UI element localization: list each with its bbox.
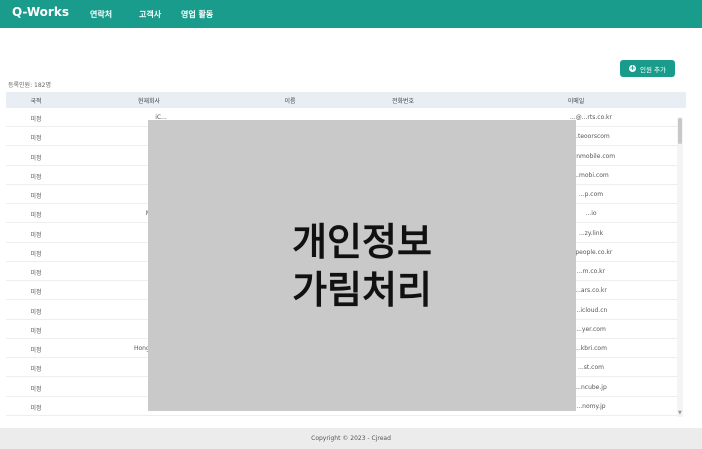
cell-email: ...st.com	[578, 364, 604, 372]
cell-country: 미정	[30, 212, 42, 220]
cell-email: ...@...rts.co.kr	[569, 114, 613, 121]
cell-email: ...people.co.kr	[569, 248, 613, 256]
cell-email: ...io	[585, 210, 597, 218]
cell-email: ...zy.link	[578, 229, 604, 237]
cell-country: 미정	[30, 366, 42, 374]
col-email[interactable]: 이메일	[568, 96, 585, 105]
cell-country: 미정	[30, 270, 42, 277]
cell-country: 미정	[30, 231, 42, 239]
nav-sales[interactable]: 영업 활동	[181, 9, 213, 20]
cell-country: 미정	[30, 135, 42, 143]
cell-country: 미정	[30, 347, 42, 354]
cell-country: 미정	[30, 308, 42, 316]
cell-email: ...nomy.jp	[576, 402, 606, 410]
mask-text-line2: 가림처리	[292, 267, 432, 312]
scrollbar-thumb[interactable]	[678, 118, 682, 144]
cell-email: ...yer.com	[576, 325, 606, 333]
cell-country: 미정	[30, 404, 42, 412]
cell-email: ...kbri.com	[575, 345, 607, 352]
col-company[interactable]: 현재회사	[138, 96, 160, 105]
add-person-label: 인원 추가	[640, 65, 666, 74]
cell-country: 미정	[30, 193, 42, 200]
cell-country: 미정	[30, 154, 42, 162]
cell-email: ...ars.co.kr	[575, 287, 607, 295]
mask-text-line1: 개인정보	[292, 219, 432, 264]
copyright-text: Copyright © 2023 - Cjread	[311, 435, 391, 442]
col-country[interactable]: 국적	[30, 96, 41, 105]
col-phone[interactable]: 전화번호	[392, 96, 414, 105]
registered-count: 등록인원: 182명	[8, 82, 51, 89]
scroll-down-icon[interactable]: ▼	[678, 410, 682, 416]
add-person-button[interactable]: + 인원 추가	[620, 60, 675, 77]
brand-logo[interactable]: Q-Works	[12, 5, 69, 19]
nav-contacts[interactable]: 연락처	[90, 9, 112, 20]
cell-country: 미정	[30, 289, 42, 297]
cell-email: ...m.co.kr	[576, 268, 606, 275]
cell-country: 미정	[30, 250, 42, 258]
cell-email: ...ncube.jp	[575, 383, 607, 391]
top-navbar: Q-Works 연락처 고객사 영업 활동	[0, 0, 702, 28]
cell-email: ...p.com	[578, 191, 604, 198]
cell-email: ...mobi.com	[573, 171, 609, 179]
footer: Copyright © 2023 - Cjread	[0, 428, 702, 449]
nav-clients[interactable]: 고객사	[139, 9, 161, 20]
plus-icon: +	[629, 64, 636, 72]
cell-country: 미정	[30, 116, 42, 123]
cell-country: 미정	[30, 385, 42, 393]
table-header: 국적 현재회사 이름 전화번호 이메일	[6, 92, 686, 108]
scrollbar-track[interactable]	[677, 117, 683, 417]
privacy-mask: 개인정보 가림처리	[148, 120, 576, 411]
cell-country: 미정	[30, 327, 42, 335]
cell-email: ...teoorscom	[572, 133, 610, 141]
cell-email: ...icloud.cn	[574, 306, 608, 314]
cell-country: 미정	[30, 173, 42, 181]
col-name[interactable]: 이름	[284, 96, 295, 105]
